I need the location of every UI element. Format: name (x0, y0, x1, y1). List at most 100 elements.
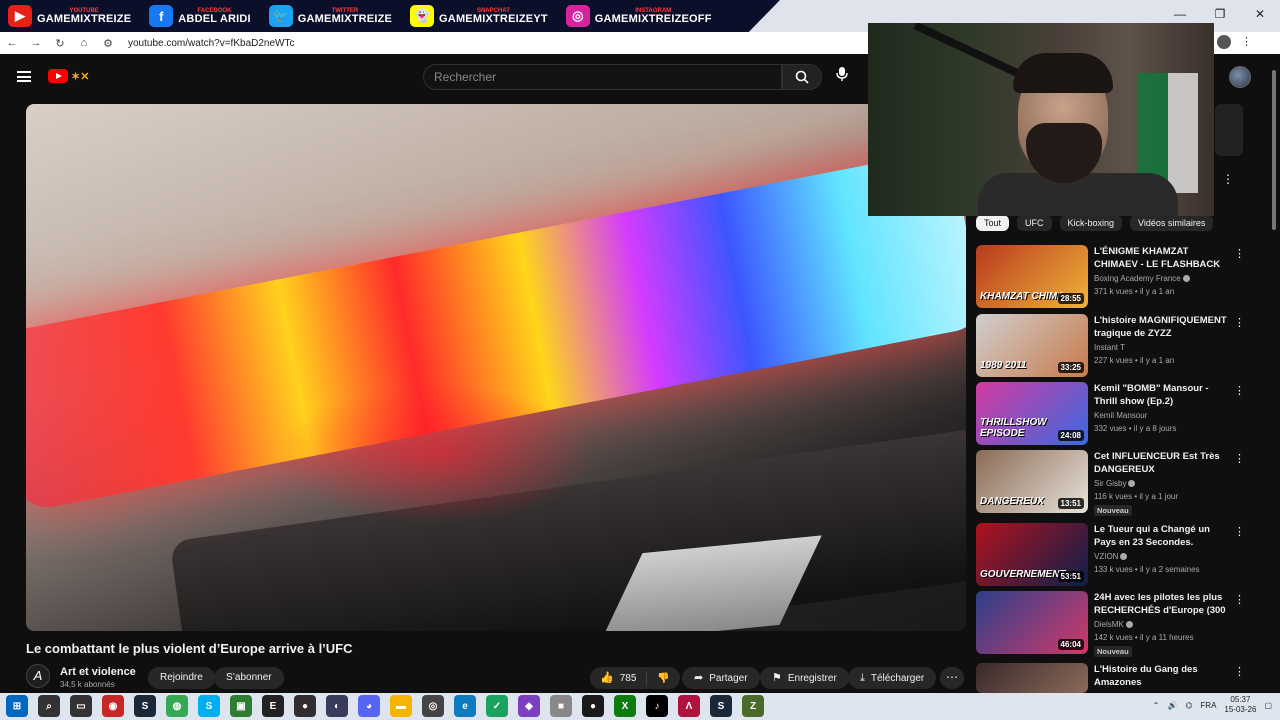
volume-icon[interactable]: 🔊 (1167, 701, 1177, 710)
subscribe-button[interactable]: S’abonner (214, 667, 284, 689)
steam-2-icon[interactable]: S (710, 695, 732, 717)
more-options-icon[interactable]: ⋮ (1234, 316, 1245, 329)
browser-profile-avatar[interactable] (1217, 35, 1231, 49)
page-scrollbar[interactable] (1270, 60, 1278, 690)
app-circle-icon[interactable]: ◐ (326, 695, 348, 717)
hamburger-menu-icon[interactable] (17, 71, 31, 82)
url-field[interactable]: youtube.com/watch?v=fKbaD2neWTc (128, 38, 294, 49)
video-duration: 13:51 (1057, 498, 1084, 509)
recommendation-item[interactable]: 46:04 24H avec les pilotes les plus RECHE… (976, 591, 1248, 657)
home-icon[interactable]: ⌂ (78, 37, 90, 49)
recommendation-channel[interactable]: Boxing Academy France (1094, 274, 1190, 283)
sidebar-ad-card[interactable] (1215, 104, 1243, 156)
recommendation-channel[interactable]: Sir Gisby (1094, 479, 1136, 488)
video-thumbnail[interactable]: KHAMZAT CHIMA 28:55 (976, 245, 1088, 308)
like-button[interactable]: 👍 785 (590, 671, 648, 685)
view-count: 142 k vues (1094, 633, 1133, 642)
recommendation-title[interactable]: Le Tueur qui a Changé un Pays en 23 Seco… (1094, 523, 1228, 549)
filter-chip[interactable]: UFC (1017, 215, 1052, 231)
browser-menu-icon[interactable]: ⋮ (1241, 35, 1252, 49)
recommendation-title[interactable]: Cet INFLUENCEUR Est Très DANGEREUX (1094, 450, 1228, 476)
recommendation-channel[interactable]: Instant T (1094, 343, 1125, 352)
back-icon[interactable]: ← (6, 37, 18, 49)
filter-chip[interactable]: Tout (976, 215, 1010, 231)
more-options-icon[interactable]: ⋮ (1234, 593, 1245, 606)
task-view-icon[interactable]: ▭ (70, 695, 92, 717)
app-ring-icon[interactable]: ◎ (422, 695, 444, 717)
search-icon[interactable]: ⌕ (38, 695, 60, 717)
recommendation-item[interactable]: GOUVERNEMENT 53:51 Le Tueur qui a Changé u… (976, 523, 1248, 587)
language-indicator[interactable]: FRA (1200, 701, 1216, 710)
recommendation-title[interactable]: L'ÉNIGME KHAMZAT CHIMAEV - LE FLASHBACK … (1094, 245, 1228, 271)
channel-name[interactable]: Art et violence (60, 666, 136, 678)
channel-avatar[interactable]: A (26, 664, 50, 688)
app-z-icon[interactable]: Z (742, 695, 764, 717)
recommendation-title[interactable]: 24H avec les pilotes les plus RECHERCHÉS… (1094, 591, 1228, 617)
chrome-icon[interactable]: ◍ (166, 695, 188, 717)
sidebar-more-icon[interactable]: ⋮ (1222, 172, 1234, 186)
more-options-icon[interactable]: ⋮ (1234, 525, 1245, 538)
more-options-icon[interactable]: ⋮ (1234, 384, 1245, 397)
save-button[interactable]: ⚑ Enregistrer (760, 667, 849, 689)
app-red-icon[interactable]: ◉ (102, 695, 124, 717)
thumbnail-caption: 1989 2011 (980, 360, 1027, 371)
recommendation-item[interactable]: DANGEREUX 13:51 Cet INFLUENCEUR Est Très D… (976, 450, 1248, 516)
search-input[interactable]: Rechercher (423, 64, 782, 90)
youtube-logo[interactable]: ✶✕ (48, 69, 89, 83)
recommendation-item[interactable]: 1989 2011 33:25 L'histoire MAGNIFIQUEMENT … (976, 314, 1248, 378)
video-player[interactable] (26, 104, 966, 631)
recommendation-title[interactable]: Kemil "BOMB" Mansour - Thrill show (Ep.2… (1094, 382, 1228, 408)
recommendation-item[interactable]: KHAMZAT CHIMA 28:55 L'ÉNIGME KHAMZAT CHIMA… (976, 245, 1248, 309)
windows-start-icon[interactable]: ⊞ (6, 695, 28, 717)
recommendation-channel[interactable]: Kemil Mansour (1094, 411, 1147, 420)
reload-icon[interactable]: ↻ (54, 37, 66, 50)
discord-icon[interactable]: ◕ (358, 695, 380, 717)
obs-icon[interactable]: ● (294, 695, 316, 717)
more-actions-button[interactable]: ⋯ (940, 667, 964, 689)
clock[interactable]: 05:37 15-03-26 (1224, 695, 1256, 715)
forward-icon[interactable]: → (30, 37, 42, 49)
xbox-icon[interactable]: X (614, 695, 636, 717)
app-green-icon[interactable]: ▣ (230, 695, 252, 717)
more-options-icon[interactable]: ⋮ (1234, 452, 1245, 465)
recommendation-title[interactable]: L'histoire MAGNIFIQUEMENT tragique de ZY… (1094, 314, 1228, 340)
video-thumbnail[interactable]: 46:04 (976, 591, 1088, 654)
tiktok-icon[interactable]: ♪ (646, 695, 668, 717)
network-icon[interactable]: ⌬ (1185, 701, 1192, 710)
recommendation-title[interactable]: L'Histoire du Gang des Amazones (1094, 663, 1228, 689)
recommendation-item[interactable]: L'Histoire du Gang des Amazones ⋮ (976, 663, 1248, 693)
app-purple-icon[interactable]: ◆ (518, 695, 540, 717)
notifications-icon[interactable]: ▢ (1264, 701, 1272, 710)
app-white-icon[interactable]: ■ (550, 695, 572, 717)
user-avatar[interactable] (1229, 66, 1251, 88)
video-thumbnail[interactable]: DANGEREUX 13:51 (976, 450, 1088, 513)
dislike-button[interactable]: 👎 (647, 673, 679, 684)
recommendation-channel[interactable]: VZION (1094, 552, 1128, 561)
close-button[interactable]: ✕ (1240, 0, 1280, 28)
recommendation-item[interactable]: THRILLSHOW EPISODE 24:08 Kemil "BOMB" Mans… (976, 382, 1248, 446)
skype-icon[interactable]: S (198, 695, 220, 717)
more-options-icon[interactable]: ⋮ (1234, 665, 1245, 678)
search-button[interactable] (782, 64, 822, 90)
epic-games-icon[interactable]: E (262, 695, 284, 717)
site-info-icon[interactable]: ⚙ (102, 37, 114, 50)
edge-icon[interactable]: e (454, 695, 476, 717)
video-thumbnail[interactable] (976, 663, 1088, 693)
app-dark-icon[interactable]: ● (582, 695, 604, 717)
steam-icon[interactable]: S (134, 695, 156, 717)
join-button[interactable]: Rejoindre (148, 667, 215, 689)
file-explorer-icon[interactable]: ▬ (390, 695, 412, 717)
app-pink-icon[interactable]: Λ (678, 695, 700, 717)
video-thumbnail[interactable]: THRILLSHOW EPISODE 24:08 (976, 382, 1088, 445)
video-thumbnail[interactable]: 1989 2011 33:25 (976, 314, 1088, 377)
tray-chevron-icon[interactable]: ⌃ (1153, 701, 1160, 710)
microphone-icon[interactable] (836, 66, 848, 85)
video-thumbnail[interactable]: GOUVERNEMENT 53:51 (976, 523, 1088, 586)
filter-chip[interactable]: Vidéos similaires (1130, 215, 1214, 231)
app-check-icon[interactable]: ✓ (486, 695, 508, 717)
recommendation-channel[interactable]: DielsMK (1094, 620, 1133, 629)
download-button[interactable]: ⤓ Télécharger (848, 667, 937, 689)
filter-chip[interactable]: Kick-boxing (1059, 215, 1123, 231)
more-options-icon[interactable]: ⋮ (1234, 247, 1245, 260)
share-button[interactable]: ➦ Partager (682, 667, 760, 689)
